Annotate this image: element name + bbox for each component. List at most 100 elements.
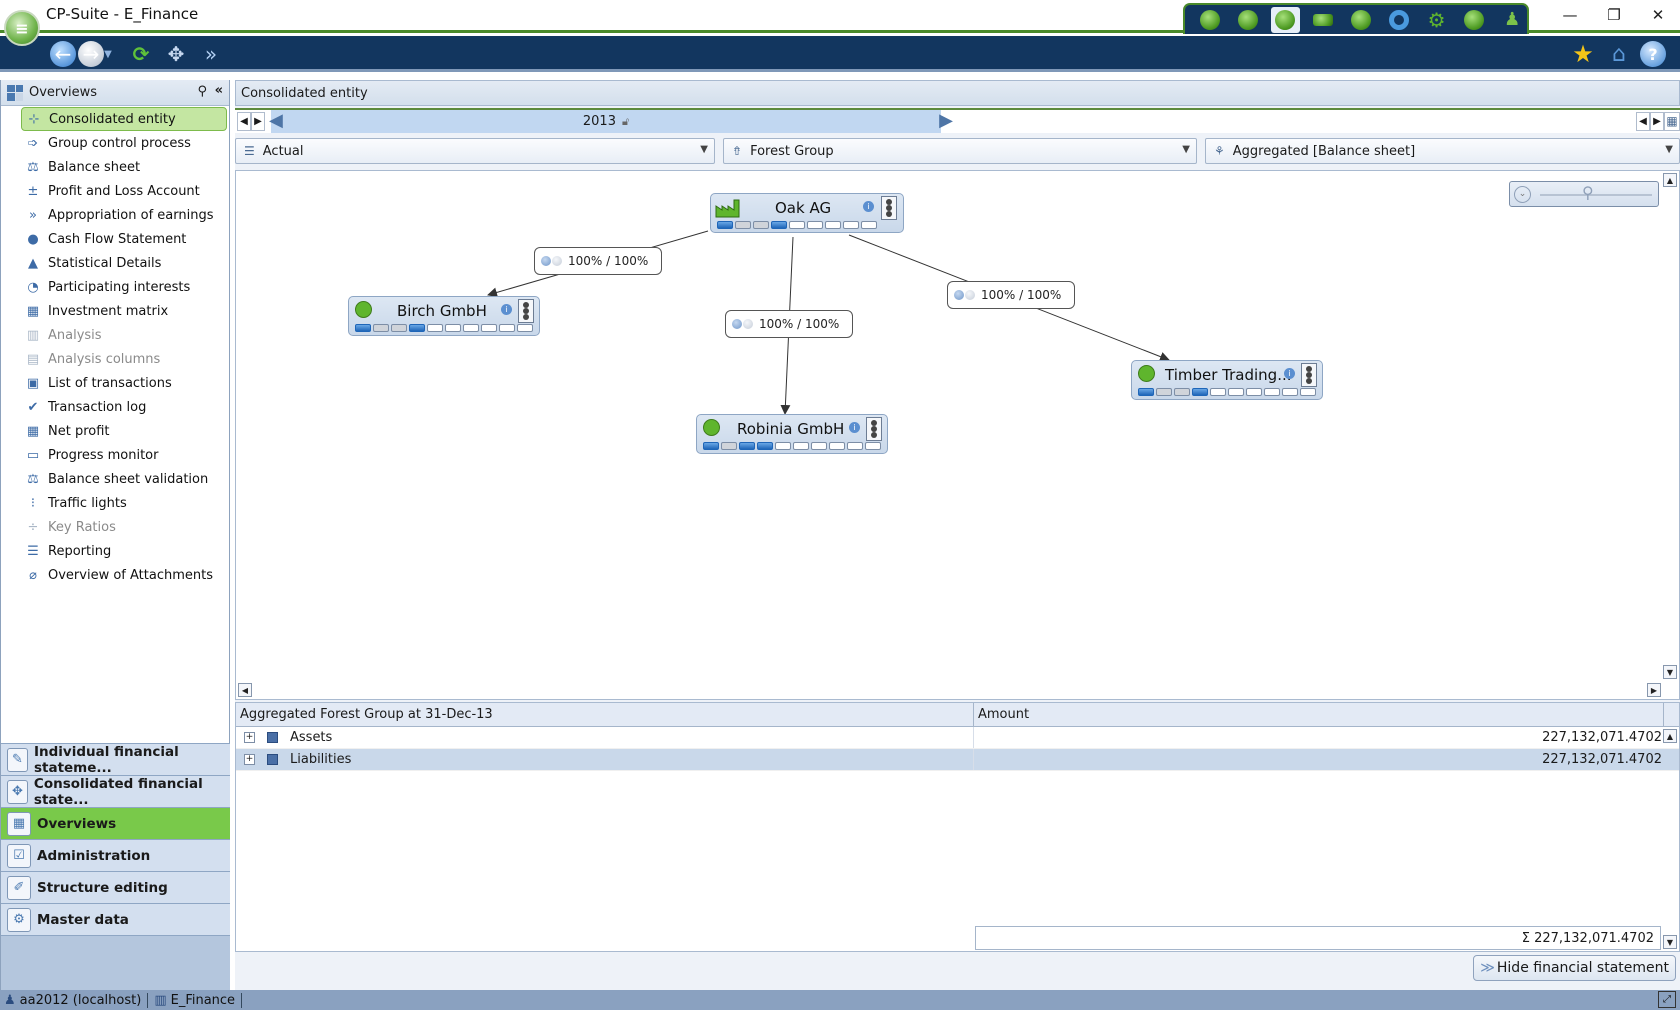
info-icon[interactable]: i [863, 201, 874, 212]
app-logo[interactable]: ≡ [4, 10, 40, 46]
back-icon[interactable]: ← [50, 41, 76, 67]
nav-item-consolidated-entity[interactable]: ⊹ Consolidated entity [21, 107, 227, 131]
history-dropdown-icon[interactable]: ▼ [102, 41, 114, 67]
module-master-data[interactable]: ⚙ Master data [1, 903, 230, 935]
help-icon[interactable]: ? [1640, 41, 1666, 67]
table-row[interactable]: + Liabilities 227,132,071.4702 [236, 749, 1679, 771]
minimize-button[interactable]: — [1548, 0, 1592, 30]
version-select[interactable]: ☰ Actual ▼ [235, 138, 715, 164]
nav-item-list-of-transactions[interactable]: ▣ List of transactions [1, 371, 229, 395]
view-select[interactable]: ⚘ Aggregated [Balance sheet] ▼ [1205, 138, 1680, 164]
module-overviews[interactable]: ▦ Overviews [1, 807, 230, 839]
nav-item-net-profit[interactable]: ▦ Net profit [1, 419, 229, 443]
entity-name: Robinia GmbH [737, 420, 845, 438]
nav-item-key-ratios[interactable]: ÷ Key Ratios [1, 515, 229, 539]
entity-menu-button[interactable] [881, 196, 897, 220]
zoom-slider-handle-icon[interactable]: ⚲ [1582, 183, 1594, 202]
zoom-collapse-icon[interactable]: ⌄ [1514, 186, 1531, 203]
nav-item-group-control-process[interactable]: ➩ Group control process [1, 131, 229, 155]
search-icon[interactable]: ⚲ [197, 84, 207, 99]
zoom-slider-track[interactable] [1540, 194, 1652, 196]
app-tab-controlling[interactable] [1233, 7, 1263, 33]
nav-item-analysis-columns[interactable]: ▤ Analysis columns [1, 347, 229, 371]
entity-menu-button[interactable] [518, 299, 534, 323]
info-icon[interactable]: i [1284, 368, 1295, 379]
period-scroll-left-icon[interactable]: ◀ [1636, 112, 1650, 131]
home-icon[interactable]: ⌂ [1606, 41, 1632, 67]
process-icon[interactable]: » [198, 41, 224, 67]
app-tab-finance[interactable] [1270, 6, 1301, 33]
ownership-label[interactable]: 100% / 100% [947, 281, 1075, 309]
nav-item-statistical-details[interactable]: ▲ Statistical Details [1, 251, 229, 275]
grid-scroll-up-button[interactable]: ▲ [1663, 729, 1677, 743]
scroll-left-button[interactable]: ◀ [238, 683, 252, 697]
period-prev-icon[interactable]: ◀ [237, 112, 251, 131]
nav-item-balance-sheet-validation[interactable]: ⚖ Balance sheet validation [1, 467, 229, 491]
status-segment [775, 442, 791, 450]
hide-financial-statement-button[interactable]: ≫ Hide financial statement [1473, 955, 1676, 981]
expand-icon[interactable]: + [244, 754, 255, 765]
nav-item-reporting[interactable]: ☰ Reporting [1, 539, 229, 563]
entity-node[interactable]: Oak AG i [710, 193, 904, 233]
period-bar[interactable]: ◀ 2013 🔓︎ ▶ [269, 110, 953, 133]
entity-menu-button[interactable] [1301, 363, 1317, 387]
period-scroll-right-icon[interactable]: ▶ [1650, 112, 1664, 131]
entity-menu-button[interactable] [866, 417, 882, 441]
app-tab-globe[interactable] [1346, 7, 1376, 33]
scroll-right-button[interactable]: ▶ [1647, 683, 1661, 697]
module-consolidated-financial-state[interactable]: ✥ Consolidated financial state... [1, 775, 230, 808]
ownership-label[interactable]: 100% / 100% [725, 310, 853, 338]
info-icon[interactable]: i [501, 304, 512, 315]
nav-item-icon: ▤ [26, 351, 40, 367]
nav-item-participating-interests[interactable]: ◔ Participating interests [1, 275, 229, 299]
unlock-icon[interactable]: 🔓︎ [622, 115, 629, 129]
period-next-icon[interactable]: ▶ [251, 112, 265, 131]
maximize-button[interactable]: ❐ [1592, 0, 1636, 30]
nav-item-progress-monitor[interactable]: ▭ Progress monitor [1, 443, 229, 467]
nav-item-cash-flow-statement[interactable]: ● Cash Flow Statement [1, 227, 229, 251]
nav-item-balance-sheet[interactable]: ⚖ Balance sheet [1, 155, 229, 179]
nav-item-profit-and-loss-account[interactable]: ± Profit and Loss Account [1, 179, 229, 203]
entity-node[interactable]: Timber Trading... i [1131, 360, 1323, 400]
nav-item-overview-of-attachments[interactable]: ⌀ Overview of Attachments [1, 563, 229, 587]
refresh-icon[interactable]: ⟳ [128, 41, 154, 67]
period-end-handle[interactable]: ▶ [939, 110, 953, 132]
module-structure-editing[interactable]: ✐ Structure editing [1, 871, 230, 903]
module-individual-financial-stateme[interactable]: ✎ Individual financial stateme... [1, 743, 230, 776]
fullscreen-icon[interactable]: ⤢ [1658, 991, 1676, 1008]
nav-item-transaction-log[interactable]: ✔ Transaction log [1, 395, 229, 419]
close-button[interactable]: ✕ [1636, 0, 1680, 30]
nav-item-analysis[interactable]: ▥ Analysis [1, 323, 229, 347]
app-tab-support[interactable] [1384, 7, 1414, 33]
app-tab-users[interactable]: ♟ [1497, 7, 1527, 33]
app-tab-money[interactable] [1308, 7, 1338, 33]
column-header-statement[interactable]: Aggregated Forest Group at 31-Dec-13 [236, 703, 974, 726]
app-tab-settings[interactable]: ⚙ [1422, 7, 1452, 33]
voting-share-icon [552, 256, 562, 266]
app-tab-navigator[interactable] [1459, 7, 1489, 33]
scroll-up-button[interactable]: ▲ [1663, 173, 1677, 187]
table-row[interactable]: + Assets 227,132,071.4702 [236, 727, 1679, 749]
nav-item-traffic-lights[interactable]: ⁝ Traffic lights [1, 491, 229, 515]
module-administration[interactable]: ☑ Administration [1, 839, 230, 871]
app-tab-dashboard[interactable] [1195, 7, 1225, 33]
forward-icon[interactable]: → [78, 41, 104, 67]
expand-icon[interactable]: + [244, 732, 255, 743]
scroll-down-button[interactable]: ▼ [1663, 665, 1677, 679]
nav-item-label: Transaction log [48, 399, 147, 415]
column-header-amount[interactable]: Amount [974, 703, 1664, 726]
period-start-handle[interactable]: ◀ [269, 110, 283, 132]
calendar-icon[interactable]: ▦ [1664, 112, 1680, 131]
group-select[interactable]: ⇮ Forest Group ▼ [723, 138, 1197, 164]
entity-node[interactable]: Birch GmbH i [348, 296, 540, 336]
entity-node[interactable]: Robinia GmbH i [696, 414, 888, 454]
status-green-icon [1138, 365, 1155, 382]
info-icon[interactable]: i [849, 422, 860, 433]
structure-icon[interactable]: ✥ [163, 41, 189, 67]
nav-item-appropriation-of-earnings[interactable]: » Appropriation of earnings [1, 203, 229, 227]
star-icon[interactable]: ★ [1570, 40, 1596, 68]
grid-scroll-down-button[interactable]: ▼ [1663, 935, 1677, 949]
collapse-panel-icon[interactable]: « [215, 83, 223, 98]
nav-item-investment-matrix[interactable]: ▦ Investment matrix [1, 299, 229, 323]
ownership-label[interactable]: 100% / 100% [534, 247, 662, 275]
